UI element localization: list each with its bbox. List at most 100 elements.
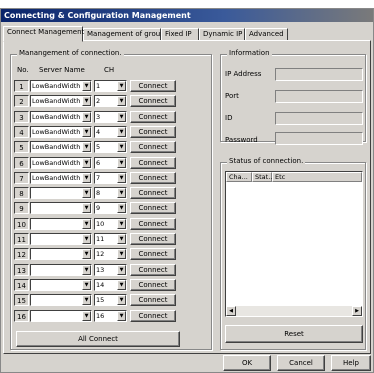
server-name-select[interactable]: ▼ — [30, 202, 92, 215]
channel-select[interactable]: 9 ▼ — [94, 202, 127, 215]
connect-button[interactable]: Connect — [130, 202, 176, 215]
chevron-down-icon[interactable]: ▼ — [117, 142, 126, 153]
channel-select[interactable]: 5 ▼ — [94, 141, 127, 154]
connect-button[interactable]: Connect — [130, 278, 176, 291]
chevron-down-icon[interactable]: ▼ — [82, 234, 91, 244]
chevron-down-icon[interactable]: ▼ — [117, 234, 126, 244]
connect-button[interactable]: Connect — [130, 263, 176, 276]
connect-button[interactable]: Connect — [130, 248, 176, 261]
channel-select[interactable]: 8 ▼ — [94, 187, 127, 200]
channel-select[interactable]: 14 ▼ — [94, 278, 127, 291]
chevron-down-icon[interactable]: ▼ — [82, 111, 91, 122]
connection-row: 14 ▼ 14 ▼ Connect — [11, 278, 191, 293]
chevron-down-icon[interactable]: ▼ — [82, 172, 91, 183]
chevron-down-icon[interactable]: ▼ — [117, 249, 126, 260]
connect-button[interactable]: Connect — [130, 141, 176, 154]
channel-select[interactable]: 10 ▼ — [94, 217, 127, 230]
status-col-channel[interactable]: Cha... — [226, 172, 252, 182]
server-name-select[interactable]: ▼ — [30, 263, 92, 276]
chevron-down-icon[interactable]: ▼ — [82, 81, 91, 91]
chevron-down-icon[interactable]: ▼ — [117, 126, 126, 137]
connect-button[interactable]: Connect — [130, 110, 176, 123]
channel-select[interactable]: 1 ▼ — [94, 80, 127, 92]
server-name-select[interactable]: LowBandWidth ▼ — [30, 156, 92, 169]
chevron-down-icon[interactable]: ▼ — [82, 249, 91, 260]
server-name-select[interactable]: LowBandWidth ▼ — [30, 80, 92, 92]
status-list[interactable]: Cha... Stat... Etc ◀ ▶ — [225, 171, 363, 317]
password-field[interactable] — [275, 132, 363, 145]
channel-select[interactable]: 16 ▼ — [94, 309, 127, 322]
chevron-down-icon[interactable]: ▼ — [82, 126, 91, 137]
chevron-down-icon[interactable]: ▼ — [117, 96, 126, 107]
chevron-down-icon[interactable]: ▼ — [82, 96, 91, 107]
server-name-select[interactable]: ▼ — [30, 278, 92, 291]
id-field[interactable] — [275, 112, 363, 125]
chevron-down-icon[interactable]: ▼ — [117, 172, 126, 183]
chevron-down-icon[interactable]: ▼ — [82, 203, 91, 214]
chevron-down-icon[interactable]: ▼ — [117, 279, 126, 290]
connect-button[interactable]: Connect — [130, 217, 176, 230]
chevron-down-icon[interactable]: ▼ — [117, 81, 126, 91]
chevron-down-icon[interactable]: ▼ — [117, 111, 126, 122]
server-name-select[interactable]: ▼ — [30, 217, 92, 230]
server-name-select[interactable]: LowBandWidth ▼ — [30, 125, 92, 138]
chevron-down-icon[interactable]: ▼ — [82, 218, 91, 229]
chevron-down-icon[interactable]: ▼ — [82, 295, 91, 306]
server-name-select[interactable]: ▼ — [30, 187, 92, 200]
tab-connect-management[interactable]: Connect Management — [3, 26, 84, 42]
chevron-down-icon[interactable]: ▼ — [117, 188, 126, 199]
channel-select[interactable]: 7 ▼ — [94, 171, 127, 184]
server-name-value: LowBandWidth — [32, 112, 81, 121]
server-name-select[interactable]: LowBandWidth ▼ — [30, 141, 92, 154]
server-name-select[interactable]: ▼ — [30, 233, 92, 245]
connect-button[interactable]: Connect — [130, 309, 176, 322]
connect-button[interactable]: Connect — [130, 80, 176, 92]
chevron-down-icon[interactable]: ▼ — [82, 279, 91, 290]
connect-button[interactable]: Connect — [130, 187, 176, 200]
channel-select[interactable]: 6 ▼ — [94, 156, 127, 169]
server-name-select[interactable]: LowBandWidth ▼ — [30, 171, 92, 184]
chevron-down-icon[interactable]: ▼ — [117, 310, 126, 321]
connect-button[interactable]: Connect — [130, 171, 176, 184]
chevron-down-icon[interactable]: ▼ — [82, 264, 91, 275]
channel-select[interactable]: 13 ▼ — [94, 263, 127, 276]
cancel-button[interactable]: Cancel — [277, 355, 325, 371]
chevron-down-icon[interactable]: ▼ — [82, 310, 91, 321]
port-field[interactable] — [275, 90, 363, 103]
ip-address-field[interactable] — [275, 68, 363, 81]
channel-select[interactable]: 2 ▼ — [94, 95, 127, 108]
status-col-status[interactable]: Stat... — [252, 172, 274, 182]
server-name-select[interactable]: ▼ — [30, 248, 92, 261]
connect-button[interactable]: Connect — [130, 156, 176, 169]
connect-button[interactable]: Connect — [130, 233, 176, 245]
chevron-down-icon[interactable]: ▼ — [117, 218, 126, 229]
channel-select[interactable]: 4 ▼ — [94, 125, 127, 138]
channel-select[interactable]: 11 ▼ — [94, 233, 127, 245]
chevron-down-icon[interactable]: ▼ — [117, 203, 126, 214]
chevron-down-icon[interactable]: ▼ — [82, 142, 91, 153]
channel-select[interactable]: 15 ▼ — [94, 294, 127, 307]
chevron-down-icon[interactable]: ▼ — [117, 264, 126, 275]
server-name-select[interactable]: ▼ — [30, 309, 92, 322]
channel-select[interactable]: 3 ▼ — [94, 110, 127, 123]
connect-button[interactable]: Connect — [130, 95, 176, 108]
server-name-value: LowBandWidth — [32, 158, 81, 167]
reset-button[interactable]: Reset — [225, 325, 363, 343]
all-connect-button[interactable]: All Connect — [16, 331, 180, 347]
status-horizontal-scrollbar[interactable]: ◀ ▶ — [226, 306, 362, 316]
chevron-down-icon[interactable]: ▼ — [117, 295, 126, 306]
chevron-down-icon[interactable]: ▼ — [117, 157, 126, 168]
help-button[interactable]: Help — [331, 355, 371, 371]
scroll-right-icon[interactable]: ▶ — [352, 306, 362, 316]
chevron-down-icon[interactable]: ▼ — [82, 188, 91, 199]
server-name-select[interactable]: LowBandWidth ▼ — [30, 95, 92, 108]
server-name-select[interactable]: ▼ — [30, 294, 92, 307]
scroll-left-icon[interactable]: ◀ — [226, 306, 236, 316]
ok-button[interactable]: OK — [223, 355, 271, 371]
connect-button[interactable]: Connect — [130, 294, 176, 307]
status-col-etc[interactable]: Etc — [272, 172, 362, 182]
channel-select[interactable]: 12 ▼ — [94, 248, 127, 261]
chevron-down-icon[interactable]: ▼ — [82, 157, 91, 168]
server-name-select[interactable]: LowBandWidth ▼ — [30, 110, 92, 123]
connect-button[interactable]: Connect — [130, 125, 176, 138]
